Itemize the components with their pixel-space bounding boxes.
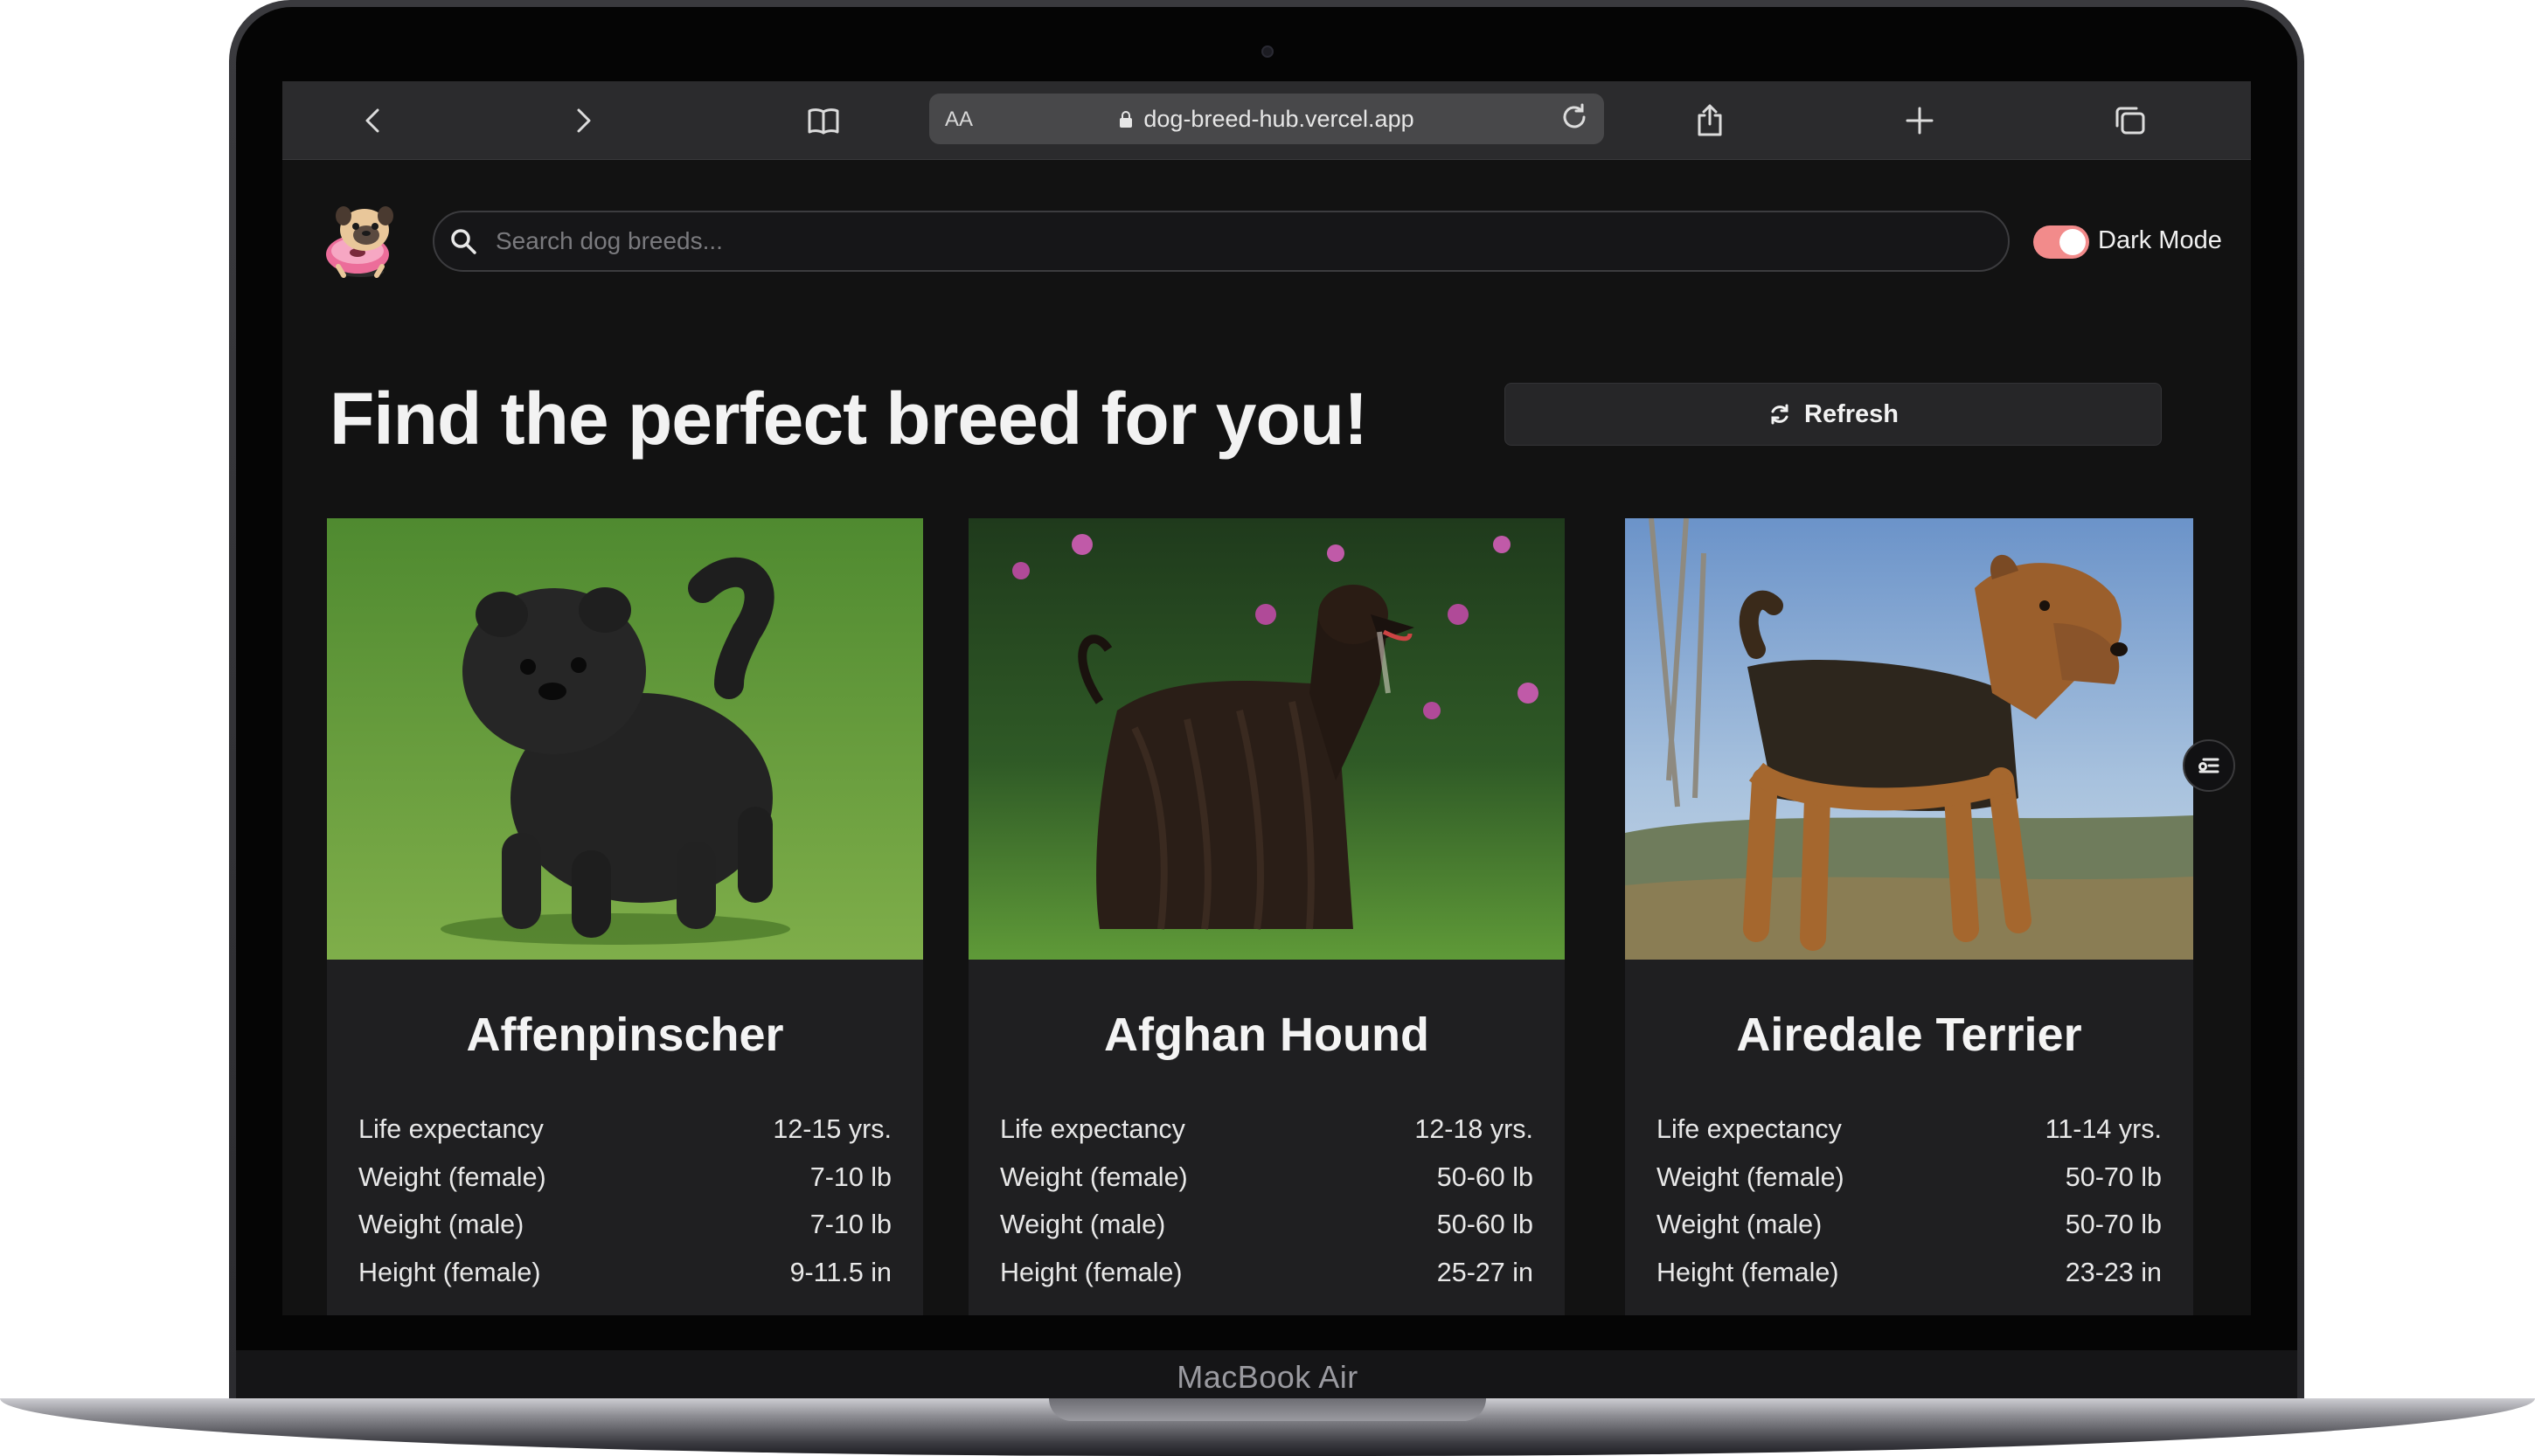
stat-value: 25-27 in [1436,1257,1533,1287]
stat-label: Height (female) [1000,1257,1183,1287]
refresh-button[interactable]: Refresh [1504,383,2162,446]
breed-stats: Life expectancy 12-15 yrs. Weight (female… [358,1114,892,1305]
url-text[interactable]: dog-breed-hub.vercel.app [1143,106,1413,132]
stat-value: 50-60 lb [1436,1210,1533,1239]
back-icon[interactable] [352,99,396,142]
stat-value: 9-11.5 in [789,1257,892,1287]
breed-card-afghan-hound[interactable]: Afghan Hound Life expectancy 12-18 yrs. W… [969,518,1565,1315]
reload-icon[interactable] [1559,101,1594,136]
refresh-icon [1771,404,1788,425]
breed-name: Affenpinscher [466,1009,784,1061]
breed-stats: Life expectancy 12-18 yrs. Weight (female… [1000,1114,1533,1305]
stat-label: Height (female) [358,1257,541,1287]
breed-name: Afghan Hound [1104,1009,1429,1061]
stat-row: Weight (female) 7-10 lb [358,1162,892,1210]
stat-value: 12-15 yrs. [773,1114,892,1144]
address-bar[interactable]: AA dog-breed-hub.vercel.app [929,94,1604,144]
browser-screen: AA dog-breed-hub.vercel.app Search dog b… [282,81,2251,1315]
camera-icon [1261,45,1274,58]
breed-card-affenpinscher[interactable]: Affenpinscher Life expectancy 12-15 yrs. … [327,518,923,1315]
stat-row: Life expectancy 11-14 yrs. [1656,1114,2162,1162]
stat-row: Height (female) 9-11.5 in [358,1258,892,1306]
stat-value: 23-23 in [2065,1257,2162,1287]
laptop-notch [1049,1398,1486,1421]
stat-label: Life expectancy [358,1114,544,1144]
stat-value: 11-14 yrs. [2045,1114,2162,1144]
stat-row: Weight (female) 50-70 lb [1656,1162,2162,1210]
stat-label: Height (female) [1656,1257,1839,1287]
stat-row: Weight (male) 50-70 lb [1656,1210,2162,1258]
dark-mode-toggle[interactable] [2033,225,2089,259]
stat-value: 7-10 lb [809,1161,892,1192]
filter-icon [2198,758,2219,773]
stat-label: Weight (male) [1656,1210,1823,1239]
forward-icon[interactable] [560,99,604,142]
dark-mode-label: Dark Mode [2098,226,2222,254]
refresh-label: Refresh [1804,399,1899,428]
browser-toolbar: AA dog-breed-hub.vercel.app [282,81,2251,160]
stat-value: 50-60 lb [1436,1161,1533,1192]
breed-photo [969,518,1565,960]
stat-row: Weight (female) 50-60 lb [1000,1162,1533,1210]
stat-row: Height (female) 23-23 in [1656,1258,2162,1306]
stat-label: Life expectancy [1000,1114,1185,1144]
breed-photo [327,518,923,960]
stat-label: Weight (female) [1000,1161,1188,1192]
breed-name: Airedale Terrier [1736,1009,2082,1061]
device-label: MacBook Air [1177,1359,1358,1395]
stat-value: 12-18 yrs. [1414,1114,1533,1144]
search-icon [448,226,482,260]
stat-label: Life expectancy [1656,1114,1842,1144]
lock-icon [1120,111,1133,128]
stat-label: Weight (female) [1656,1161,1844,1192]
search-box[interactable] [433,211,2010,272]
bookmarks-icon[interactable] [802,99,845,142]
breed-stats: Life expectancy 11-14 yrs. Weight (female… [1656,1114,2162,1305]
stat-row: Weight (male) 50-60 lb [1000,1210,1533,1258]
filter-button[interactable] [2183,739,2235,792]
page-title: Find the perfect breed for you! [330,378,1368,460]
app-logo[interactable] [321,204,401,279]
tabs-overview-icon[interactable] [2108,99,2151,142]
stat-row: Life expectancy 12-15 yrs. [358,1114,892,1162]
stat-value: 7-10 lb [809,1210,892,1239]
stat-label: Weight (female) [358,1161,546,1192]
stat-label: Weight (male) [1000,1210,1166,1239]
breed-card-airedale-terrier[interactable]: Airedale Terrier Life expectancy 11-14 yr… [1625,518,2193,1315]
search-input[interactable] [496,221,1982,261]
stat-row: Height (female) 25-27 in [1000,1258,1533,1306]
stat-row: Life expectancy 12-18 yrs. [1000,1114,1533,1162]
breed-photo [1625,518,2193,960]
share-icon[interactable] [1688,99,1732,142]
new-tab-icon[interactable] [1898,99,1941,142]
stat-value: 50-70 lb [2065,1210,2162,1239]
stat-row: Weight (male) 7-10 lb [358,1210,892,1258]
stat-label: Weight (male) [358,1210,524,1239]
stat-value: 50-70 lb [2065,1161,2162,1192]
toggle-knob [2059,229,2086,255]
